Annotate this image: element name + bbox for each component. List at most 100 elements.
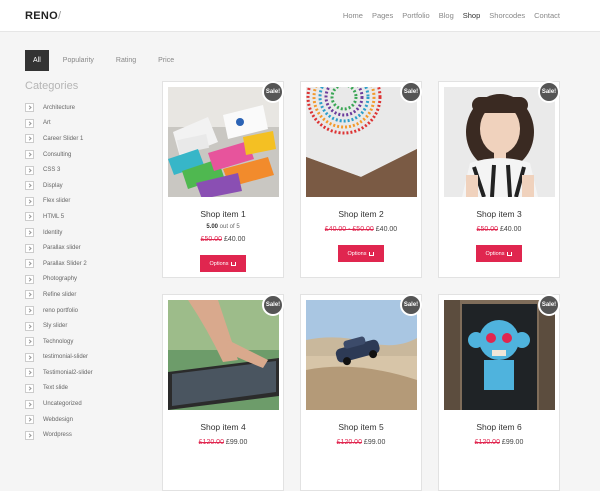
nav-shop[interactable]: Shop bbox=[463, 11, 481, 20]
category-label: Uncategorized bbox=[43, 401, 82, 408]
product-image-4[interactable] bbox=[168, 300, 279, 410]
category-item[interactable]: Art bbox=[25, 116, 145, 132]
category-item[interactable]: testimonial-slider bbox=[25, 350, 145, 366]
category-item[interactable]: HTML 5 bbox=[25, 209, 145, 225]
nav-contact[interactable]: Contact bbox=[534, 11, 560, 20]
chevron-right-icon bbox=[25, 103, 34, 113]
category-label: Parallax Slider 2 bbox=[43, 260, 87, 267]
product-title[interactable]: Shop item 6 bbox=[439, 422, 559, 432]
cart-icon bbox=[231, 261, 237, 266]
category-item[interactable]: Parallax Slider 2 bbox=[25, 256, 145, 272]
filter-popularity[interactable]: Popularity bbox=[63, 57, 94, 64]
category-item[interactable]: reno portfolio bbox=[25, 303, 145, 319]
category-item[interactable]: Parallax slider bbox=[25, 240, 145, 256]
category-item[interactable]: Webdesign bbox=[25, 412, 145, 428]
category-item[interactable]: Consulting bbox=[25, 147, 145, 163]
product-card-1[interactable]: Sale! Shop item 1 5.00 out of 5 £50.00 £… bbox=[162, 81, 284, 278]
product-price: £120.00 £99.00 bbox=[301, 439, 421, 446]
category-label: Art bbox=[43, 120, 51, 127]
old-price: £120.00 bbox=[336, 439, 362, 446]
product-price: £40.00 - £50.00 £40.00 bbox=[301, 226, 421, 233]
sale-badge: Sale! bbox=[538, 81, 560, 103]
chevron-right-icon bbox=[25, 352, 34, 362]
chevron-right-icon bbox=[25, 368, 34, 378]
sale-badge: Sale! bbox=[538, 294, 560, 316]
new-price: £99.00 bbox=[225, 439, 248, 446]
product-card-3[interactable]: Sale! Shop item 3 £50.00 £40.00 Options bbox=[438, 81, 560, 278]
sale-badge: Sale! bbox=[262, 294, 284, 316]
options-button[interactable]: Options bbox=[200, 255, 246, 272]
product-image-6[interactable] bbox=[444, 300, 555, 410]
nav-shortcodes[interactable]: Shorcodes bbox=[489, 11, 525, 20]
chevron-right-icon bbox=[25, 134, 34, 144]
product-title[interactable]: Shop item 5 bbox=[301, 422, 421, 432]
sale-badge: Sale! bbox=[400, 81, 422, 103]
category-label: Text slide bbox=[43, 385, 69, 392]
product-title[interactable]: Shop item 2 bbox=[301, 209, 421, 219]
category-label: Display bbox=[43, 182, 63, 189]
options-button[interactable]: Options bbox=[476, 245, 522, 262]
category-item[interactable]: CSS 3 bbox=[25, 162, 145, 178]
chevron-right-icon bbox=[25, 321, 34, 331]
options-button[interactable]: Options bbox=[338, 245, 384, 262]
nav-pages[interactable]: Pages bbox=[372, 11, 393, 20]
product-card-6[interactable]: Sale! Shop item 6 £120.00 £99.00 bbox=[438, 294, 560, 491]
filter-all[interactable]: All bbox=[25, 50, 49, 71]
category-item[interactable]: Career Slider 1 bbox=[25, 131, 145, 147]
category-item[interactable]: Display bbox=[25, 178, 145, 194]
sale-badge: Sale! bbox=[262, 81, 284, 103]
category-item[interactable]: Architecture bbox=[25, 100, 145, 116]
chevron-right-icon bbox=[25, 243, 34, 253]
product-title[interactable]: Shop item 1 bbox=[163, 209, 283, 219]
chevron-right-icon bbox=[25, 181, 34, 191]
filter-price[interactable]: Price bbox=[158, 57, 174, 64]
site-header: RENO/ Home Pages Portfolio Blog Shop Sho… bbox=[0, 0, 600, 32]
product-title[interactable]: Shop item 4 bbox=[163, 422, 283, 432]
filter-rating[interactable]: Rating bbox=[116, 57, 136, 64]
nav-home[interactable]: Home bbox=[343, 11, 363, 20]
category-label: Testimonial2-slider bbox=[43, 369, 93, 376]
main-nav: Home Pages Portfolio Blog Shop Shorcodes… bbox=[343, 11, 560, 20]
logo[interactable]: RENO/ bbox=[25, 10, 61, 22]
chevron-right-icon bbox=[25, 383, 34, 393]
chevron-right-icon bbox=[25, 150, 34, 160]
category-item[interactable]: Sly slider bbox=[25, 318, 145, 334]
product-image-1[interactable] bbox=[168, 87, 279, 197]
category-label: Refine slider bbox=[43, 291, 77, 298]
product-image-5[interactable] bbox=[306, 300, 417, 410]
product-card-4[interactable]: Sale! Shop item 4 £120.00 £99.00 bbox=[162, 294, 284, 491]
nav-blog[interactable]: Blog bbox=[439, 11, 454, 20]
chevron-right-icon bbox=[25, 306, 34, 316]
product-title[interactable]: Shop item 3 bbox=[439, 209, 559, 219]
cart-icon bbox=[369, 251, 375, 256]
category-item[interactable]: Flex slider bbox=[25, 194, 145, 210]
category-item[interactable]: Uncategorized bbox=[25, 396, 145, 412]
old-price: £120.00 bbox=[474, 439, 500, 446]
nav-portfolio[interactable]: Portfolio bbox=[402, 11, 430, 20]
old-price: £50.00 bbox=[476, 226, 499, 233]
category-item[interactable]: Wordpress bbox=[25, 427, 145, 443]
product-rating: 5.00 out of 5 bbox=[206, 224, 240, 230]
sale-badge: Sale! bbox=[400, 294, 422, 316]
sort-filters: All Popularity Rating Price bbox=[25, 50, 196, 71]
category-item[interactable]: Testimonial2-slider bbox=[25, 365, 145, 381]
new-price: £40.00 bbox=[499, 226, 522, 233]
category-item[interactable]: Identity bbox=[25, 225, 145, 241]
category-item[interactable]: Text slide bbox=[25, 381, 145, 397]
category-item[interactable]: Photography bbox=[25, 272, 145, 288]
chevron-right-icon bbox=[25, 118, 34, 128]
product-image-2[interactable] bbox=[306, 87, 417, 197]
product-card-5[interactable]: Sale! Shop item 5 £120.00 £99.00 bbox=[300, 294, 422, 491]
product-card-2[interactable]: Sale! Shop item 2 £40.00 - £50.00 £40.00… bbox=[300, 81, 422, 278]
chevron-right-icon bbox=[25, 399, 34, 409]
category-label: reno portfolio bbox=[43, 307, 79, 314]
old-price: £50.00 bbox=[200, 236, 223, 243]
category-label: Consulting bbox=[43, 151, 72, 158]
old-price: £40.00 - £50.00 bbox=[324, 226, 374, 233]
chevron-right-icon bbox=[25, 228, 34, 238]
categories-sidebar: Categories Architecture Art Career Slider … bbox=[25, 80, 145, 443]
category-item[interactable]: Technology bbox=[25, 334, 145, 350]
product-image-3[interactable] bbox=[444, 87, 555, 197]
new-price: £99.00 bbox=[501, 439, 524, 446]
category-item[interactable]: Refine slider bbox=[25, 287, 145, 303]
